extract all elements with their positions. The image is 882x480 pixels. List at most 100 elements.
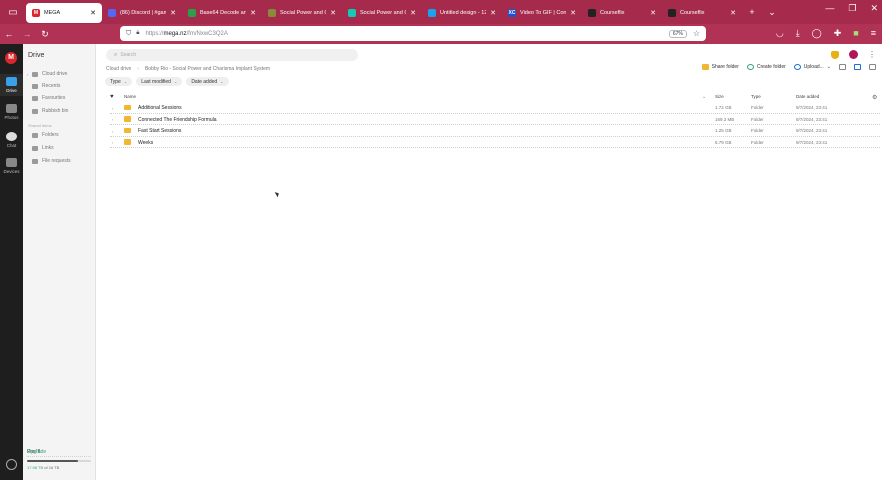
column-settings-gear-icon[interactable]: ⚙ — [872, 94, 877, 101]
column-date-added[interactable]: Date added — [796, 94, 819, 99]
file-name[interactable]: Weeks — [138, 140, 153, 146]
file-name[interactable]: Connected The Friendship Formula — [138, 117, 217, 123]
menu-icon[interactable]: ≡ — [871, 28, 876, 39]
account-icon[interactable]: ◯ — [812, 28, 822, 39]
sidebar-item-cloud-drive[interactable]: › Cloud drive — [27, 71, 67, 77]
filter-date-added[interactable]: Date added ⌄ — [186, 77, 229, 86]
filter-last-modified[interactable]: Last modified ⌄ — [136, 77, 183, 86]
extensions-icon[interactable]: ✚ — [834, 28, 842, 39]
tab-3[interactable]: Social Power and Cha ✕ — [262, 3, 342, 23]
create-folder-button[interactable]: Create folder — [746, 64, 786, 70]
url-text[interactable]: https://mega.nz/fm/NxwC3Q2A — [145, 31, 668, 37]
shield-icon[interactable]: ⛉ — [126, 30, 131, 38]
folder-icon — [124, 116, 131, 122]
storage-indicator[interactable]: Pro III Upgrade 17.98 TB of 16 TB — [27, 446, 91, 470]
tab-6[interactable]: XC Video To GIF | Conver✕ — [502, 3, 582, 23]
lock-icon[interactable]: 🔒︎ — [136, 30, 139, 37]
sidebar-item-recents[interactable]: Recents — [27, 83, 60, 89]
tab-title: Courseflix — [680, 10, 705, 16]
expand-caret-icon[interactable]: › — [112, 117, 113, 122]
table-row[interactable]: › Weeks 5.79 GB Folder 9/7/2024, 23:41 — [110, 137, 880, 148]
column-size[interactable]: Size — [715, 94, 724, 99]
tab-1[interactable]: (86) Discord | #gam ✕ — [102, 3, 182, 23]
tab-4[interactable]: Social Power and Cha ✕ — [342, 3, 422, 23]
zoom-level[interactable]: 67% — [668, 29, 687, 38]
tab-0[interactable]: M MEGA ✕ — [26, 3, 102, 23]
thumbnail-view-icon[interactable] — [839, 64, 846, 70]
rail-item-chat[interactable]: Chat — [0, 132, 23, 148]
download-icon[interactable]: ⤓ — [796, 28, 800, 39]
folder-icon — [124, 127, 131, 133]
rail-item-drive[interactable]: Drive — [0, 74, 23, 96]
favourite-column-heart-icon[interactable]: ♥ — [110, 94, 114, 100]
shared-folder-icon — [32, 132, 38, 138]
close-tab-icon[interactable]: ✕ — [170, 9, 176, 17]
mega-logo-icon[interactable]: M — [5, 52, 17, 64]
search-icon: ⌕ — [114, 51, 118, 58]
notification-bell-icon[interactable] — [831, 50, 839, 59]
tab-title: Untitled design - 120 — [440, 10, 487, 16]
new-tab-icon[interactable]: + — [742, 7, 762, 17]
file-list: › Additional Sessions 1.72 GB Folder 9/7/202… — [110, 102, 880, 148]
bookmark-star-icon[interactable]: ☆ — [693, 29, 700, 38]
maximize-icon[interactable]: ❐ — [848, 3, 856, 14]
list-view-icon[interactable] — [854, 64, 861, 70]
extension-green-icon[interactable]: ■ — [853, 28, 858, 39]
breadcrumb-cloud-drive[interactable]: Cloud drive — [106, 66, 131, 72]
close-tab-icon[interactable]: ✕ — [650, 9, 656, 17]
close-tab-icon[interactable]: ✕ — [730, 9, 736, 17]
sidebar-item-links[interactable]: Links — [27, 145, 54, 151]
column-name[interactable]: Name — [124, 94, 136, 99]
sidebar-item-rubbish-bin[interactable]: Rubbish bin — [27, 108, 68, 114]
tab-2[interactable]: Base64 Decode and E✕ — [182, 3, 262, 23]
upgrade-link[interactable]: Upgrade — [27, 449, 46, 455]
back-arrow-icon[interactable]: ← — [0, 29, 18, 39]
sidebar-item-shared-folders[interactable]: Folders — [27, 132, 59, 138]
close-tab-icon[interactable]: ✕ — [570, 9, 576, 17]
settings-gear-icon[interactable] — [6, 459, 17, 470]
shared-items-heading: Shared items — [28, 123, 52, 128]
file-name[interactable]: Fast Start Sessions — [138, 128, 181, 134]
table-row[interactable]: › Additional Sessions 1.72 GB Folder 9/7/202… — [110, 102, 880, 114]
close-tab-icon[interactable]: ✕ — [90, 9, 96, 17]
storage-total: of 16 TB — [44, 465, 60, 470]
close-tab-icon[interactable]: ✕ — [490, 9, 496, 17]
table-row[interactable]: › Fast Start Sessions 1.25 GB Folder 9/7/202… — [110, 125, 880, 137]
avatar[interactable] — [849, 50, 858, 59]
reload-icon[interactable]: ↻ — [36, 29, 54, 40]
tab-overview-icon[interactable]: ▭ — [0, 0, 26, 24]
sidebar-item-favourites[interactable]: Favourites — [27, 95, 65, 101]
close-tab-icon[interactable]: ✕ — [410, 9, 416, 17]
cloud-icon — [32, 71, 38, 77]
tab-list-chevron-icon[interactable]: ⌄ — [762, 7, 782, 18]
close-tab-icon[interactable]: ✕ — [250, 9, 256, 17]
share-folder-button[interactable]: Share folder — [701, 64, 739, 70]
upload-button[interactable]: Upload... ⌄ — [793, 64, 831, 70]
expand-caret-icon[interactable]: › — [112, 106, 113, 111]
trash-icon — [32, 108, 38, 114]
pocket-icon[interactable]: ◡ — [776, 28, 784, 39]
tab-7[interactable]: Courseflix ✕ — [582, 3, 662, 23]
table-row[interactable]: › Connected The Friendship Formula 169.3 M… — [110, 114, 880, 125]
close-tab-icon[interactable]: ✕ — [330, 9, 336, 17]
filter-type[interactable]: Type ⌄ — [105, 77, 133, 86]
forward-arrow-icon[interactable]: → — [18, 29, 36, 39]
more-options-icon[interactable]: ⋮ — [868, 50, 876, 59]
canva-icon — [348, 9, 356, 17]
expand-caret-icon[interactable]: › — [112, 129, 113, 134]
sort-chevron-icon[interactable]: ⌄ — [702, 94, 706, 100]
rail-item-photos[interactable]: Photos — [0, 104, 23, 120]
close-window-icon[interactable]: ✕ — [870, 3, 878, 14]
tab-5[interactable]: Untitled design - 120 ✕ — [422, 3, 502, 23]
info-panel-icon[interactable] — [869, 64, 876, 70]
address-bar[interactable]: ⛉ 🔒︎ https://mega.nz/fm/NxwC3Q2A 67% ☆ — [120, 26, 706, 41]
column-type[interactable]: Type — [751, 94, 761, 99]
sidebar-item-file-requests[interactable]: File requests — [27, 158, 71, 164]
search-input[interactable]: ⌕ Search — [106, 49, 358, 61]
file-name[interactable]: Additional Sessions — [138, 105, 182, 111]
tab-8[interactable]: Courseflix ✕ — [662, 3, 742, 23]
minimize-icon[interactable]: — — [825, 3, 834, 14]
chevron-down-icon: ⌄ — [123, 79, 128, 84]
expand-caret-icon[interactable]: › — [112, 140, 113, 145]
rail-item-devices[interactable]: Devices — [0, 158, 23, 174]
